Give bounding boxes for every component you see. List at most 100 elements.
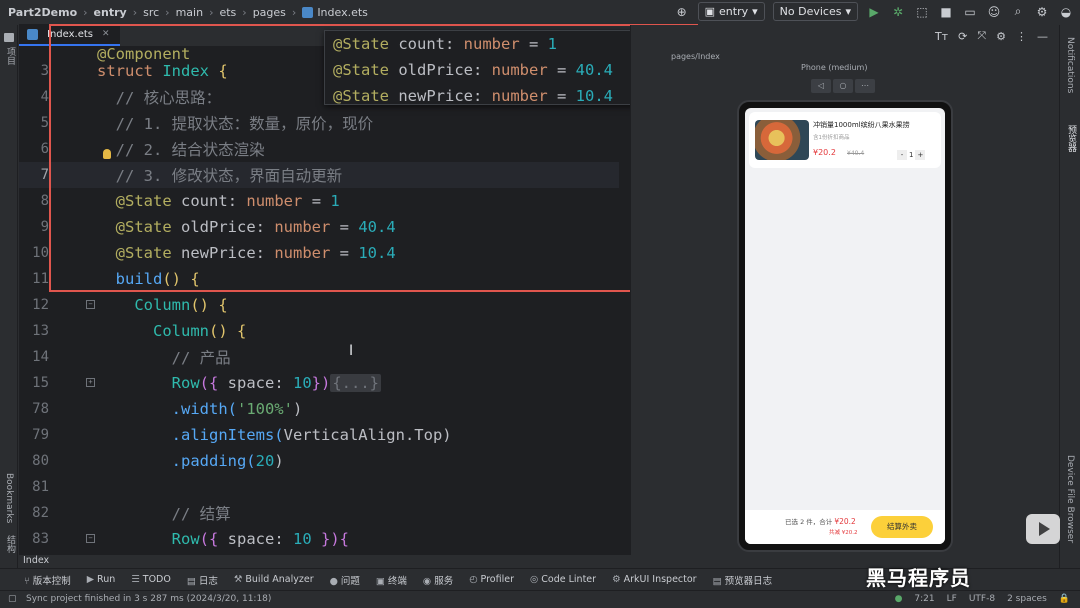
- status-bar: ▢ Sync project finished in 3 s 287 ms (2…: [0, 590, 1080, 608]
- refresh-icon[interactable]: ⟳: [958, 30, 967, 43]
- line-number: 7: [40, 167, 49, 183]
- home-icon[interactable]: ○: [833, 79, 853, 93]
- play-icon[interactable]: [1026, 514, 1060, 544]
- comment: // 产品: [171, 349, 231, 367]
- preview-device-name[interactable]: Phone (medium): [801, 63, 867, 72]
- notifications-tool-label[interactable]: Notifications: [1065, 37, 1075, 93]
- product-title: 冲销量1000ml缤纷八果水果捞: [813, 121, 910, 129]
- folder-icon[interactable]: [4, 33, 14, 42]
- text-size-icon[interactable]: Tт: [935, 30, 948, 43]
- breadcrumb-file[interactable]: Index.ets: [317, 6, 368, 19]
- more-icon[interactable]: ⋯: [855, 79, 875, 93]
- gear-icon[interactable]: ⚙: [1034, 4, 1050, 20]
- tool-profiler[interactable]: ◴ Profiler: [469, 574, 514, 585]
- line-number: 5: [40, 115, 49, 131]
- breadcrumb-main[interactable]: main: [176, 6, 203, 19]
- back-icon[interactable]: ◁: [811, 79, 831, 93]
- tool-problems[interactable]: ● 问题: [330, 573, 360, 587]
- run-icon[interactable]: ▶: [866, 4, 882, 20]
- breadcrumb-project[interactable]: Part2Demo: [8, 6, 77, 19]
- tool-todo[interactable]: ☰ TODO: [131, 574, 171, 585]
- tool-arkui-inspector[interactable]: ⚙ ArkUI Inspector: [612, 574, 697, 585]
- line-number: 83: [32, 531, 49, 547]
- inspector-icon[interactable]: ⤧: [977, 29, 986, 43]
- breadcrumb-src[interactable]: src: [143, 6, 159, 19]
- editor-breadcrumb[interactable]: Index: [19, 555, 630, 568]
- phone-screen: 冲销量1000ml缤纷八果水果捞 含1份折扣商品 ¥20.2 ¥40.4 - 1…: [745, 108, 945, 544]
- stop-icon[interactable]: ■: [938, 4, 954, 20]
- harmony-icon[interactable]: ◒: [1058, 4, 1074, 20]
- indent-setting[interactable]: 2 spaces: [1007, 594, 1047, 604]
- phone-frame: 冲销量1000ml缤纷八果水果捞 含1份折扣商品 ¥20.2 ¥40.4 - 1…: [737, 100, 953, 552]
- fold-toggle-icon[interactable]: +: [86, 378, 95, 387]
- tool-log[interactable]: ▤ 日志: [187, 573, 218, 587]
- cursor-position[interactable]: 7:21: [914, 594, 934, 604]
- fold-toggle-icon[interactable]: −: [86, 534, 95, 543]
- watermark: 黑马程序员: [866, 566, 971, 590]
- decrement-button[interactable]: -: [897, 150, 907, 160]
- device-manager-icon[interactable]: ▭: [962, 4, 978, 20]
- left-tool-strip: 项目 Bookmarks 结构: [0, 25, 18, 568]
- target-icon[interactable]: ⊕: [674, 4, 690, 20]
- device-file-browser-tool-label[interactable]: Device File Browser: [1065, 455, 1075, 543]
- top-toolbar: Part2Demo › entry › src › main › ets › pages ›…: [0, 0, 1080, 25]
- tool-code-linter[interactable]: ◎ Code Linter: [530, 574, 596, 585]
- product-old-price: ¥40.4: [847, 150, 865, 157]
- line-number: 81: [32, 479, 49, 495]
- line-number: 82: [32, 505, 49, 521]
- product-price: ¥20.2: [813, 148, 836, 157]
- run-config-dropdown[interactable]: ▣ entry ▾: [697, 2, 765, 21]
- status-message[interactable]: Sync project finished in 3 s 287 ms (202…: [26, 594, 271, 604]
- structure-tool-label[interactable]: 结构: [4, 535, 17, 553]
- account-icon[interactable]: ☺: [986, 4, 1002, 20]
- search-icon[interactable]: ⌕: [1010, 4, 1026, 20]
- list-icon: ☰: [131, 574, 140, 585]
- debug-icon[interactable]: ✲: [890, 4, 906, 20]
- status-dot-icon: ●: [894, 594, 903, 604]
- more-icon[interactable]: ⋮: [1016, 30, 1027, 43]
- line-number: 78: [32, 401, 49, 417]
- device-dropdown[interactable]: No Devices ▾: [772, 2, 858, 21]
- increment-button[interactable]: +: [915, 150, 926, 160]
- tool-version-control[interactable]: ⑂ 版本控制: [24, 573, 71, 587]
- breadcrumb-ets[interactable]: ets: [219, 6, 236, 19]
- breadcrumb-pages[interactable]: pages: [253, 6, 286, 19]
- log-icon: ▤: [186, 575, 196, 587]
- line-number: 15: [32, 375, 49, 391]
- project-tool-label[interactable]: 项目: [4, 47, 17, 65]
- file-encoding[interactable]: UTF-8: [969, 594, 995, 604]
- tool-build-analyzer[interactable]: ⚒ Build Analyzer: [234, 574, 314, 585]
- fold-toggle-icon[interactable]: −: [86, 300, 95, 309]
- tool-run[interactable]: ▶ Run: [87, 574, 116, 585]
- quantity-value: 1: [909, 151, 914, 159]
- line-number: 3: [40, 63, 49, 79]
- tool-services[interactable]: ◉ 服务: [423, 573, 453, 587]
- branch-icon: ⑂: [24, 575, 30, 587]
- file-icon: [302, 7, 314, 18]
- tool-terminal[interactable]: ▣ 终端: [376, 573, 407, 587]
- breadcrumb-entry[interactable]: entry: [94, 6, 127, 19]
- code-line: 83 Row({ space: 10 }){: [19, 526, 619, 552]
- line-separator[interactable]: LF: [947, 594, 957, 604]
- terminal-icon: ▣: [375, 575, 385, 587]
- right-tool-strip: Notifications 预览器 Device File Browser: [1059, 25, 1080, 568]
- status-toggle-icon[interactable]: ▢: [8, 594, 17, 604]
- folded-block[interactable]: {...}: [330, 374, 382, 392]
- line-number: 80: [32, 453, 49, 469]
- attach-icon[interactable]: ⬚: [914, 4, 930, 20]
- bookmarks-tool-label[interactable]: Bookmarks: [4, 473, 14, 523]
- preview-controls: ◁ ○ ⋯: [811, 79, 875, 93]
- tool-previewer-log[interactable]: ▤ 预览器日志: [713, 573, 773, 587]
- previewer-tool-label[interactable]: 预览器: [1065, 125, 1078, 152]
- gear-icon[interactable]: ⚙: [996, 30, 1006, 43]
- line-number: 8: [40, 193, 49, 209]
- product-image: [755, 120, 809, 160]
- line-number: 12: [32, 297, 49, 313]
- file-icon: [27, 28, 38, 40]
- minimize-icon[interactable]: —: [1037, 30, 1048, 43]
- code-line: 82 // 结算: [19, 500, 619, 526]
- code-line: 81: [19, 474, 619, 500]
- line-number: 4: [40, 89, 49, 105]
- pay-button[interactable]: 结算外卖: [871, 516, 933, 538]
- lock-icon[interactable]: 🔒: [1059, 594, 1070, 604]
